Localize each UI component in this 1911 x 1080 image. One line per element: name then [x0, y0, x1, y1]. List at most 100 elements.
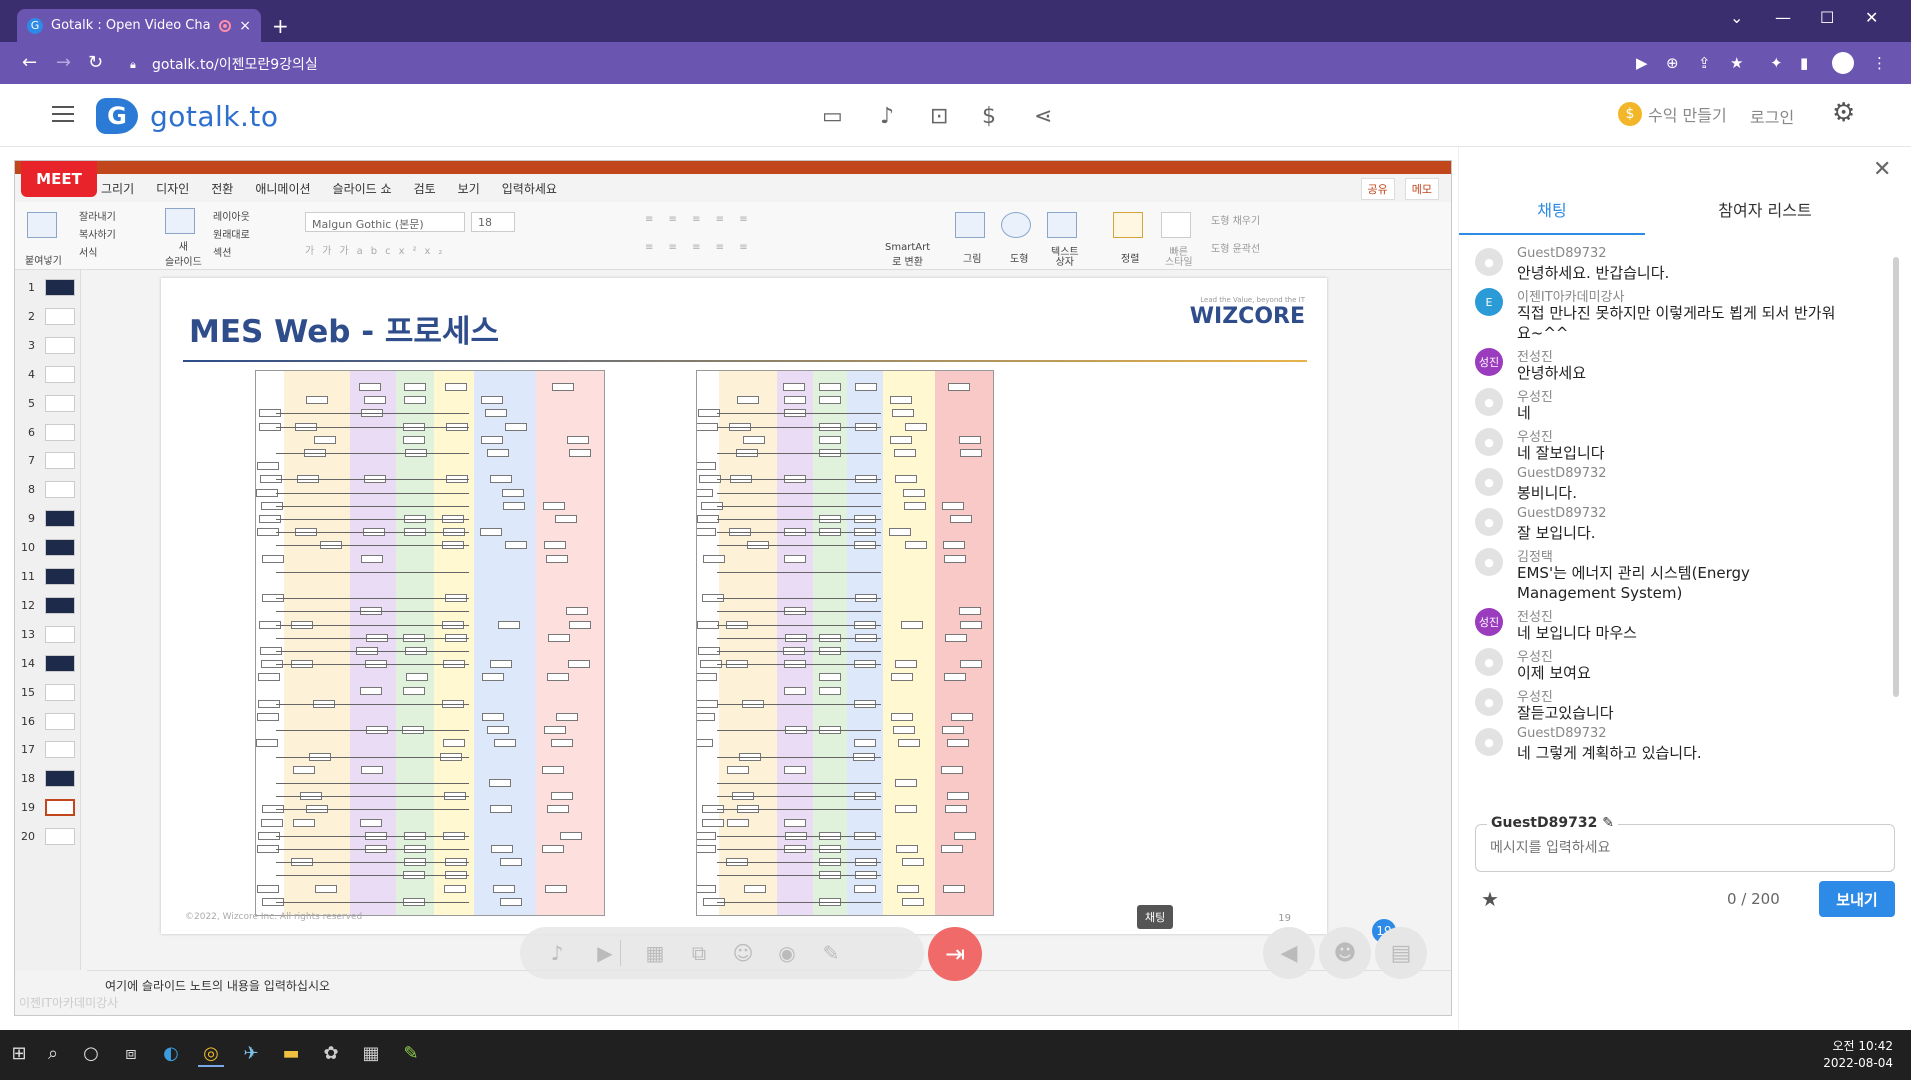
login-button[interactable]: 로그인 [1750, 104, 1794, 128]
file-explorer-icon[interactable]: ▬ [278, 1043, 304, 1067]
font-size-select[interactable]: 18 [471, 212, 515, 232]
slide-thumbnail[interactable]: 6 [15, 419, 81, 447]
record-icon[interactable]: ◉ [774, 940, 800, 966]
new-tab-button[interactable]: + [272, 14, 289, 38]
screen-share-toggle-icon[interactable]: ⧉ [686, 940, 712, 966]
share-icon[interactable]: ⋖ [1034, 104, 1052, 129]
layout-button[interactable]: 레이아웃 [213, 208, 250, 223]
slide-thumbnail[interactable]: 16 [15, 708, 81, 736]
camera-toggle-icon[interactable]: ▶ [592, 940, 618, 966]
ribbon-tab[interactable]: 슬라이드 쇼 [333, 180, 392, 197]
reset-button[interactable]: 원래대로 [213, 226, 250, 241]
emoji-icon[interactable]: ☺ [730, 940, 756, 966]
ribbon-tab[interactable]: 애니메이션 [255, 180, 310, 197]
url-field[interactable]: 🔒︎ gotalk.to/이젠모란9강의실 [130, 50, 1690, 78]
forward-button[interactable]: → [56, 52, 71, 73]
lock-room-icon[interactable]: ⊡ [930, 104, 948, 129]
ribbon-tab[interactable]: 보기 [458, 180, 480, 197]
task-view-icon[interactable]: ⧈ [118, 1043, 144, 1067]
profile-avatar-icon[interactable] [1832, 52, 1854, 74]
paste-icon[interactable] [27, 212, 57, 238]
slide-thumbnail[interactable]: 12 [15, 592, 81, 620]
slide-thumbnail[interactable]: 19 [15, 794, 81, 822]
bird-app-icon[interactable]: ✈ [238, 1043, 264, 1067]
ribbon-tab[interactable]: 전환 [211, 180, 233, 197]
slide-thumbnail[interactable]: 1 [15, 274, 81, 302]
chat-toggle-icon[interactable]: ▤ [1375, 927, 1427, 979]
copy-button[interactable]: 복사하기 [79, 226, 116, 241]
cortana-icon[interactable]: ○ [78, 1043, 104, 1067]
camera-icon[interactable]: ▶ [1636, 54, 1648, 72]
grid-layout-icon[interactable]: ▦ [642, 940, 668, 966]
taskbar-clock[interactable]: 오전 10:42 2022-08-04 [1823, 1038, 1893, 1072]
format-painter-button[interactable]: 서식 [79, 244, 97, 259]
chrome-icon[interactable]: ◎ [198, 1043, 224, 1067]
slide-thumbnail[interactable]: 5 [15, 390, 81, 418]
tab-close-button[interactable]: × [239, 18, 251, 34]
cut-button[interactable]: 잘라내기 [79, 208, 116, 223]
slide-thumbnail[interactable]: 15 [15, 679, 81, 707]
font-format-buttons[interactable]: 가가가abcx²x₂ [305, 242, 450, 257]
slide-thumbnail[interactable]: 17 [15, 736, 81, 764]
tab-search-icon[interactable]: ⌄ [1730, 8, 1743, 27]
participants-icon[interactable]: ☻ [1319, 927, 1371, 979]
mic-toggle-icon[interactable]: ♪ [544, 940, 570, 966]
volume-icon[interactable]: ◀ [1263, 927, 1315, 979]
paint-app-icon[interactable]: ✿ [318, 1043, 344, 1067]
slide-thumbnail[interactable]: 8 [15, 476, 81, 504]
slide-thumbnail[interactable]: 11 [15, 563, 81, 591]
browser-menu-icon[interactable]: ⋮ [1872, 54, 1887, 72]
dollar-icon[interactable]: $ [982, 104, 996, 129]
slide-thumbnail[interactable]: 13 [15, 621, 81, 649]
leave-call-button[interactable]: ⇥ [928, 927, 982, 981]
section-button[interactable]: 섹션 [213, 244, 231, 259]
back-button[interactable]: ← [22, 52, 37, 73]
paragraph-align-buttons[interactable]: ≡ ≡ ≡ ≡ ≡ [645, 242, 754, 253]
notepad-icon[interactable]: ✎ [398, 1043, 424, 1067]
ribbon-tab[interactable]: 디자인 [156, 180, 189, 197]
slide-thumbnail[interactable]: 14 [15, 650, 81, 678]
chat-scrollbar[interactable] [1893, 257, 1899, 697]
shape-outline-button[interactable]: 도형 윤곽선 [1211, 240, 1260, 255]
favorite-star-icon[interactable]: ★ [1481, 887, 1499, 911]
chat-close-icon[interactable]: ✕ [1873, 157, 1891, 182]
extensions-icon[interactable]: ✦ [1770, 54, 1783, 72]
slide-thumbnail[interactable]: 4 [15, 361, 81, 389]
paragraph-list-buttons[interactable]: ≡ ≡ ≡ ≡ ≡ [645, 214, 754, 225]
picture-icon[interactable] [955, 212, 985, 238]
reload-button[interactable]: ↻ [88, 52, 103, 73]
chat-message-input[interactable] [1475, 824, 1895, 872]
slide-thumbnail[interactable]: 9 [15, 505, 81, 533]
ribbon-tab[interactable]: 그리기 [101, 180, 134, 197]
shape-icon[interactable] [1001, 212, 1031, 238]
draw-pen-icon[interactable]: ✎ [818, 940, 844, 966]
arrange-icon[interactable] [1113, 212, 1143, 238]
search-icon[interactable]: ⌕ [40, 1043, 66, 1067]
slide-thumbnail[interactable]: 7 [15, 447, 81, 475]
side-panel-icon[interactable]: ▮ [1800, 54, 1808, 72]
smartart-button[interactable]: SmartArt 로 변환 [885, 242, 930, 268]
site-logo-text[interactable]: gotalk.to [150, 100, 279, 133]
bookmark-star-icon[interactable]: ★ [1730, 54, 1743, 72]
new-slide-icon[interactable] [165, 208, 195, 234]
font-name-select[interactable]: Malgun Gothic (본문) [305, 212, 465, 232]
slide-thumbnail[interactable]: 18 [15, 765, 81, 793]
minimize-button[interactable]: — [1775, 8, 1791, 27]
tab-chat[interactable]: 채팅 [1459, 197, 1645, 235]
quick-style-icon[interactable] [1161, 212, 1191, 238]
maximize-button[interactable]: ☐ [1820, 8, 1834, 27]
edge-icon[interactable]: ◐ [158, 1043, 184, 1067]
zoom-icon[interactable]: ⊕ [1666, 54, 1679, 72]
windows-start-icon[interactable]: ⊞ [6, 1043, 32, 1067]
my-nickname[interactable]: GuestD89732 ✎ [1487, 815, 1618, 831]
screen-share-icon[interactable]: ▭ [822, 104, 843, 129]
shape-fill-button[interactable]: 도형 채우기 [1211, 212, 1260, 227]
ribbon-search[interactable]: 입력하세요 [502, 180, 557, 197]
slide-thumbnail[interactable]: 3 [15, 332, 81, 360]
send-button[interactable]: 보내기 [1819, 881, 1895, 917]
slide-thumbnail[interactable]: 2 [15, 303, 81, 331]
close-window-button[interactable]: ✕ [1865, 8, 1878, 27]
share-page-icon[interactable]: ⇪ [1698, 54, 1711, 72]
slide-thumbnail[interactable]: 10 [15, 534, 81, 562]
hamburger-menu-icon[interactable] [52, 106, 74, 122]
